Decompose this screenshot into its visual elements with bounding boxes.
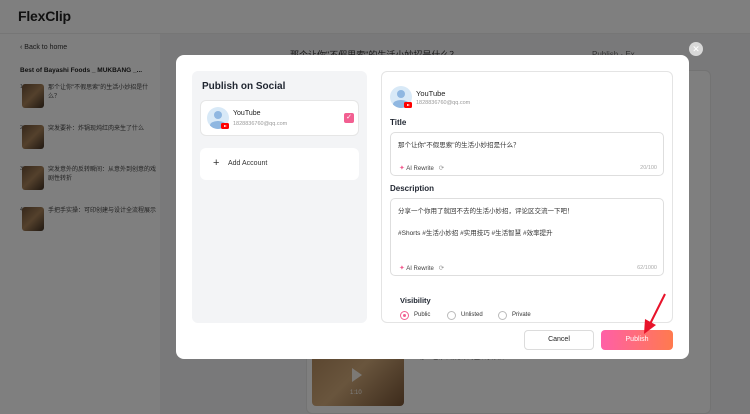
selected-account-name: YouTube <box>416 89 446 98</box>
account-email: 1828836760@qq.com <box>233 121 288 127</box>
plus-icon: + <box>213 157 220 169</box>
ai-rewrite-label: AI Rewrite <box>406 266 434 272</box>
post-details-panel: YouTube 1828836760@qq.com Title 那个让你"不假思… <box>381 71 673 323</box>
account-name: YouTube <box>233 110 261 117</box>
visibility-option-label: Private <box>512 312 531 318</box>
sparkle-icon: ✦ <box>399 265 405 272</box>
description-input[interactable]: 分享一个你用了就回不去的生活小妙招，评论区交流一下吧！ #Shorts #生活小… <box>390 198 664 276</box>
publish-button[interactable]: Publish <box>601 330 673 350</box>
account-card-youtube[interactable]: YouTube 1828836760@qq.com ✓ <box>200 100 359 136</box>
title-char-count: 20/100 <box>640 165 657 171</box>
refresh-icon: ⟳ <box>438 165 445 172</box>
selected-account-email: 1828836760@qq.com <box>416 100 471 106</box>
title-label: Title <box>390 118 407 127</box>
add-account-label: Add Account <box>228 160 268 167</box>
title-input[interactable]: 那个让你"不假思索"的生活小妙招是什么？ ✦ AI Rewrite ⟳ 20/1… <box>390 132 664 176</box>
youtube-icon <box>404 102 412 108</box>
close-icon[interactable]: ✕ <box>689 42 703 56</box>
description-label: Description <box>390 184 435 193</box>
publish-dialog: Publish on Social YouTube 1828836760@qq.… <box>176 55 689 359</box>
ai-rewrite-label: AI Rewrite <box>406 166 434 172</box>
visibility-label: Visibility <box>400 296 431 305</box>
title-value: 那个让你"不假思索"的生活小妙招是什么？ <box>398 142 520 149</box>
radio-icon <box>498 311 507 320</box>
add-account-button[interactable]: + Add Account <box>200 148 359 180</box>
account-panel: Publish on Social YouTube 1828836760@qq.… <box>192 71 367 323</box>
visibility-option-label: Public <box>414 312 431 318</box>
sparkle-icon: ✦ <box>399 165 405 172</box>
account-checkbox[interactable]: ✓ <box>344 113 354 123</box>
visibility-option-label: Unlisted <box>461 312 483 318</box>
youtube-icon <box>221 123 229 129</box>
description-value: 分享一个你用了就回不去的生活小妙招，评论区交流一下吧！ #Shorts #生活小… <box>398 208 574 237</box>
radio-selected-icon <box>400 311 409 320</box>
ai-rewrite-button[interactable]: ✦ AI Rewrite ⟳ <box>399 164 444 172</box>
ai-rewrite-button[interactable]: ✦ AI Rewrite ⟳ <box>399 264 444 272</box>
cancel-button[interactable]: Cancel <box>524 330 594 350</box>
dialog-heading: Publish on Social <box>202 81 286 92</box>
refresh-icon: ⟳ <box>438 265 445 272</box>
radio-icon <box>447 311 456 320</box>
description-char-count: 62/1000 <box>637 265 657 271</box>
